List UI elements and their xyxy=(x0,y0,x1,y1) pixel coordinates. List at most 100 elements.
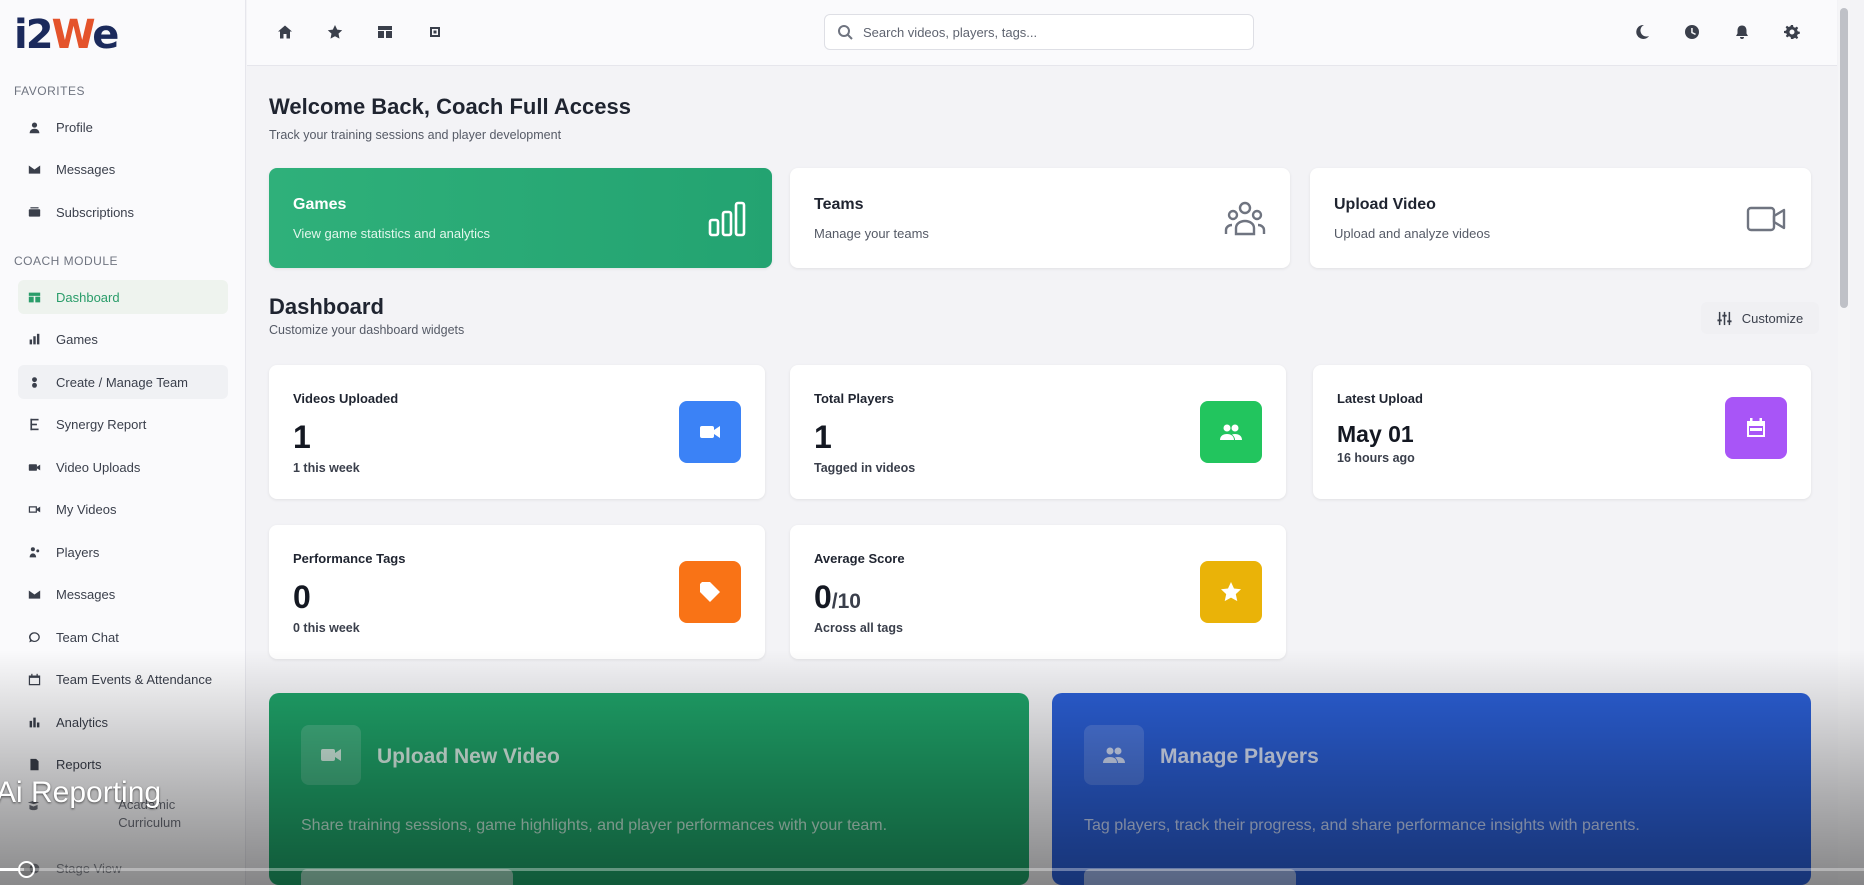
sidebar-item-players[interactable]: Players xyxy=(18,535,228,569)
sidebar-item-games[interactable]: Games xyxy=(18,322,228,356)
search-icon xyxy=(838,25,853,40)
dashboard-icon xyxy=(26,289,42,305)
stat-note: Across all tags xyxy=(814,621,903,635)
page-subtitle: Track your training sessions and player … xyxy=(269,128,562,142)
sidebar-item-label: Create / Manage Team xyxy=(56,374,188,390)
promo-action-button[interactable] xyxy=(301,869,513,885)
video-camera-icon xyxy=(1746,206,1786,232)
video-icon xyxy=(26,459,42,475)
scrollbar-thumb[interactable] xyxy=(1840,8,1848,308)
layout-icon[interactable] xyxy=(375,22,395,42)
sidebar-item-label: Synergy Report xyxy=(56,416,147,432)
customize-button[interactable]: Customize xyxy=(1701,302,1819,334)
quick-card-desc: View game statistics and analytics xyxy=(293,226,491,241)
moon-icon[interactable] xyxy=(1632,22,1652,42)
star-badge xyxy=(1200,561,1262,623)
stat-label: Performance Tags xyxy=(293,551,406,566)
quick-card-desc: Upload and analyze videos xyxy=(1334,226,1491,241)
calendar-icon xyxy=(1747,418,1765,437)
mail-icon xyxy=(26,161,42,177)
video-icon xyxy=(321,749,341,761)
favorites-section-title: FAVORITES xyxy=(14,84,85,98)
players-icon xyxy=(26,544,42,560)
sidebar-item-label: Players xyxy=(56,544,100,560)
sidebar-item-subscriptions[interactable]: Subscriptions xyxy=(18,195,228,229)
quick-card-title: Teams xyxy=(814,196,864,213)
calendar-icon xyxy=(26,671,42,687)
quick-card-teams[interactable]: Teams Manage your teams xyxy=(790,168,1290,268)
apps-icon[interactable] xyxy=(425,22,445,42)
stat-label: Latest Upload xyxy=(1337,391,1423,406)
promo-title: Manage Players xyxy=(1160,745,1319,768)
video-badge xyxy=(679,401,741,463)
bell-icon[interactable] xyxy=(1732,22,1752,42)
home-icon[interactable] xyxy=(275,22,295,42)
dashboard-title: Dashboard xyxy=(269,294,384,319)
sliders-icon xyxy=(1717,311,1732,325)
stat-value: 0 xyxy=(293,579,311,615)
stat-value: 1 xyxy=(814,419,832,455)
quick-card-games[interactable]: Games View game statistics and analytics xyxy=(269,168,772,268)
tag-icon xyxy=(700,582,720,602)
coach-module-section-title: COACH MODULE xyxy=(14,254,119,268)
promo-upload-new-video[interactable]: Upload New Video Share training sessions… xyxy=(269,693,1029,885)
promo-action-button[interactable] xyxy=(1084,869,1296,885)
team-group-icon xyxy=(1224,201,1266,236)
sidebar-item-team-events[interactable]: Team Events & Attendance xyxy=(18,662,228,696)
quick-card-upload-video[interactable]: Upload Video Upload and analyze videos xyxy=(1310,168,1811,268)
sidebar-item-synergy-report[interactable]: Synergy Report xyxy=(18,407,228,441)
search-input[interactable] xyxy=(863,24,1243,40)
sidebar-item-label: Games xyxy=(56,331,98,347)
stat-note: 0 this week xyxy=(293,621,360,635)
sidebar-item-my-videos[interactable]: My Videos xyxy=(18,492,228,526)
video-caption: Ai Reporting xyxy=(0,776,162,809)
video-outline-icon xyxy=(26,501,42,517)
search-bar[interactable] xyxy=(824,14,1254,50)
video-progress-handle[interactable] xyxy=(18,861,35,878)
star-icon[interactable] xyxy=(325,22,345,42)
chat-icon xyxy=(26,629,42,645)
team-icon xyxy=(26,374,42,390)
stat-value: 0/10 xyxy=(814,579,861,615)
promo-desc: Tag players, track their progress, and s… xyxy=(1084,817,1640,834)
sidebar-item-dashboard[interactable]: Dashboard xyxy=(18,280,228,314)
promo-icon xyxy=(301,725,361,785)
sidebar-item-label: Messages xyxy=(56,161,116,177)
clock-icon[interactable] xyxy=(1682,22,1702,42)
quick-card-title: Upload Video xyxy=(1334,196,1436,213)
promo-desc: Share training sessions, game highlights… xyxy=(301,817,888,834)
main-content: Welcome Back, Coach Full Access Track yo… xyxy=(247,66,1837,885)
promo-manage-players[interactable]: Manage Players Tag players, track their … xyxy=(1052,693,1811,885)
stat-note: Tagged in videos xyxy=(814,461,916,475)
stat-card-performance-tags: Performance Tags 0 0 this week xyxy=(269,525,765,659)
sidebar-item-video-uploads[interactable]: Video Uploads xyxy=(18,450,228,484)
users-icon xyxy=(1103,747,1125,763)
stat-value: 1 xyxy=(293,419,311,455)
users-icon xyxy=(1220,424,1242,440)
quick-card-title: Games xyxy=(293,196,347,213)
page-scrollbar[interactable] xyxy=(1838,0,1850,885)
analytics-icon xyxy=(26,714,42,730)
promo-icon xyxy=(1084,725,1144,785)
stat-label: Videos Uploaded xyxy=(293,391,399,406)
dashboard-subtitle: Customize your dashboard widgets xyxy=(269,323,465,337)
sidebar-item-analytics[interactable]: Analytics xyxy=(18,705,228,739)
stat-label: Average Score xyxy=(814,551,905,566)
sidebar-item-profile[interactable]: Profile xyxy=(18,110,228,144)
top-bar xyxy=(247,0,1837,66)
sidebar-item-create-manage-team[interactable]: Create / Manage Team xyxy=(18,365,228,399)
sidebar-item-team-chat[interactable]: Team Chat xyxy=(18,620,228,654)
reports-icon xyxy=(26,756,42,772)
stat-card-videos-uploaded: Videos Uploaded 1 1 this week xyxy=(269,365,765,499)
sidebar-item-messages[interactable]: Messages xyxy=(18,577,228,611)
customize-label: Customize xyxy=(1741,310,1804,326)
sidebar-item-label: Profile xyxy=(56,119,93,135)
sidebar-item-messages-favorite[interactable]: Messages xyxy=(18,152,228,186)
sidebar-item-label: Subscriptions xyxy=(56,204,135,220)
page-title: Welcome Back, Coach Full Access xyxy=(269,94,631,119)
video-progress-bar[interactable] xyxy=(0,861,1864,878)
app-logo[interactable]: i2We xyxy=(14,12,119,58)
report-icon xyxy=(26,416,42,432)
sidebar: i2We FAVORITES Profile Messages Subscrip… xyxy=(0,0,246,885)
gear-icon[interactable] xyxy=(1782,22,1802,42)
